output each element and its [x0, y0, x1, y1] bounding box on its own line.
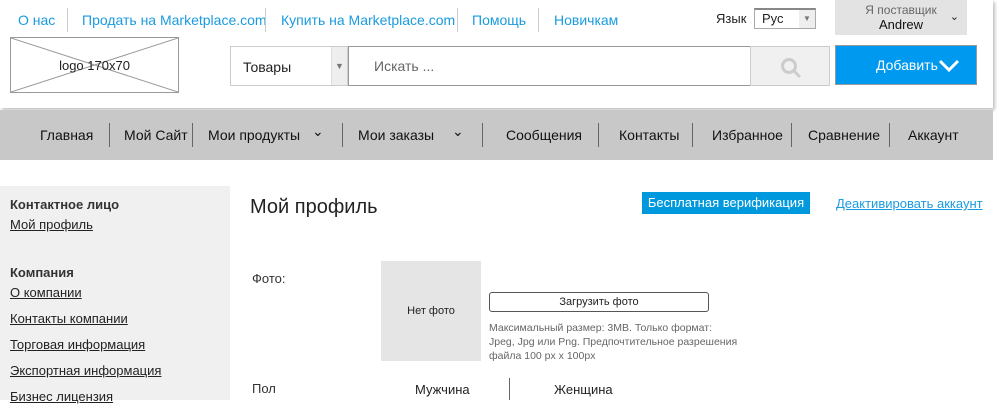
- sidebar-heading-contact: Контактное лицо: [10, 197, 120, 212]
- nav-compare[interactable]: Сравнение: [808, 127, 880, 143]
- nav-my-orders[interactable]: Мои заказы: [358, 127, 434, 143]
- link-sell[interactable]: Продать на Marketplace.com: [82, 12, 267, 28]
- sidebar-item-business-license[interactable]: Бизнес лицензия: [10, 389, 113, 404]
- nav-messages[interactable]: Сообщения: [506, 127, 582, 143]
- link-help[interactable]: Помощь: [472, 12, 526, 28]
- divider: [342, 123, 343, 147]
- upload-hint: Максимальный размер: 3MB. Только формат:…: [489, 322, 738, 362]
- caret-down-icon: ▼: [799, 10, 815, 28]
- nav-my-site[interactable]: Мой Сайт: [124, 127, 188, 143]
- category-value: Товары: [243, 59, 292, 75]
- logo[interactable]: logo 170x70: [10, 37, 179, 93]
- search-input[interactable]: Искать ...: [348, 46, 751, 86]
- divider: [692, 123, 693, 147]
- photo-label: Фото:: [252, 271, 286, 286]
- account-name: Andrew: [878, 17, 924, 32]
- sidebar-item-export-info[interactable]: Экспортная информация: [10, 363, 161, 378]
- nav-favorites[interactable]: Избранное: [712, 127, 783, 143]
- divider: [482, 123, 483, 147]
- divider: [509, 378, 510, 400]
- link-buy[interactable]: Купить на Marketplace.com: [281, 12, 455, 28]
- sidebar-heading-company: Компания: [10, 265, 74, 280]
- main-nav: Главная Мой Сайт Мои продукты ⌄ Мои зака…: [0, 110, 993, 160]
- sidebar-item-company-contacts[interactable]: Контакты компании: [10, 311, 128, 326]
- divider: [109, 123, 110, 147]
- chevron-down-icon[interactable]: ⌄: [452, 123, 464, 140]
- account-menu[interactable]: Я поставщик Andrew ⌄: [835, 0, 967, 35]
- search-button[interactable]: [750, 46, 830, 86]
- photo-placeholder: Нет фото: [381, 261, 481, 361]
- gender-option-male[interactable]: Мужчина: [415, 382, 470, 397]
- upload-photo-button[interactable]: Загрузить фото: [489, 292, 709, 312]
- gender-label: Пол: [252, 381, 276, 396]
- sidebar-item-about-company[interactable]: О компании: [10, 285, 82, 300]
- language-label: Язык: [716, 11, 747, 26]
- nav-my-products[interactable]: Мои продукты: [208, 127, 300, 143]
- divider: [538, 8, 539, 32]
- chevron-down-icon[interactable]: ⌄: [312, 123, 324, 140]
- add-button[interactable]: Добавить: [835, 45, 977, 85]
- language-value: Рус: [762, 11, 784, 26]
- chevron-down-icon: [938, 59, 960, 73]
- free-verification-button[interactable]: Бесплатная верификация: [642, 192, 810, 214]
- divider: [889, 123, 890, 147]
- deactivate-account-link[interactable]: Деактивировать аккаунт: [836, 196, 983, 211]
- category-select[interactable]: Товары ▼: [230, 46, 348, 86]
- caret-down-icon: ▼: [331, 47, 347, 85]
- divider: [265, 8, 266, 32]
- logo-text: logo 170x70: [59, 58, 130, 73]
- language-select[interactable]: Рус ▼: [754, 8, 816, 29]
- link-newbies[interactable]: Новичкам: [554, 12, 618, 28]
- nav-account[interactable]: Аккаунт: [908, 127, 959, 143]
- sidebar-item-trade-info[interactable]: Торговая информация: [10, 337, 145, 352]
- nav-home[interactable]: Главная: [40, 127, 93, 143]
- divider: [67, 8, 68, 32]
- header: О нас Продать на Marketplace.com Купить …: [0, 0, 993, 108]
- divider: [791, 123, 792, 147]
- chevron-down-icon: ⌄: [949, 11, 959, 23]
- divider: [598, 123, 599, 147]
- sidebar-item-my-profile[interactable]: Мой профиль: [10, 217, 93, 232]
- link-about[interactable]: О нас: [18, 12, 55, 28]
- add-label: Добавить: [876, 57, 938, 73]
- divider: [192, 123, 193, 147]
- search-icon: [781, 58, 802, 79]
- gender-option-female[interactable]: Женщина: [554, 382, 613, 397]
- account-role: Я поставщик: [865, 3, 937, 17]
- divider: [457, 8, 458, 32]
- page-title: Мой профиль: [250, 196, 378, 218]
- nav-contacts[interactable]: Контакты: [619, 127, 679, 143]
- sidebar: Контактное лицо Мой профиль Компания О к…: [0, 186, 230, 404]
